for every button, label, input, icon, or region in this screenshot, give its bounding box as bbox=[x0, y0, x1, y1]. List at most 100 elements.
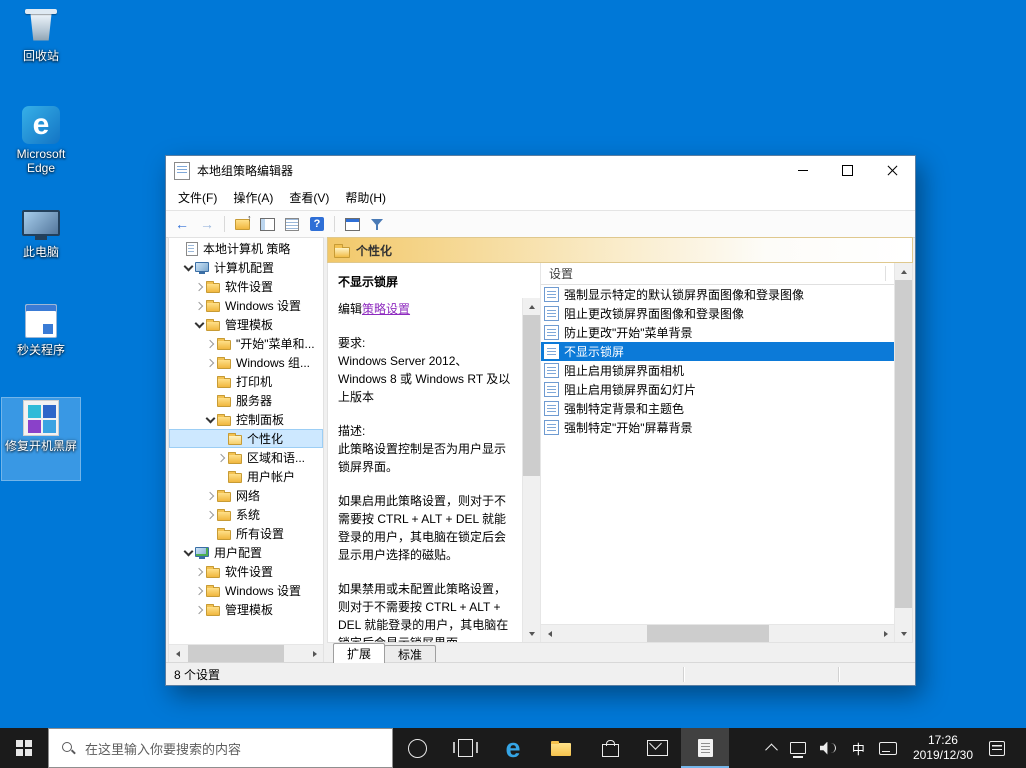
menu-action[interactable]: 操作(A) bbox=[225, 185, 281, 210]
toolbar-up-level-button[interactable] bbox=[231, 214, 253, 235]
tree-item-personalization[interactable]: 个性化 bbox=[169, 429, 323, 448]
desktop-icon-fix-boot-black-screen[interactable]: 修复开机黑屏 bbox=[2, 398, 80, 480]
tree-item-system[interactable]: 系统 bbox=[169, 505, 323, 524]
toolbar-show-window-button[interactable] bbox=[341, 214, 363, 235]
desktop-icon-miaoguan-app[interactable]: 秒关程序 bbox=[2, 300, 80, 382]
chevron-right-icon[interactable] bbox=[193, 277, 205, 296]
ime-mode-button[interactable]: 中 bbox=[845, 728, 872, 768]
chevron-down-icon[interactable] bbox=[193, 315, 205, 334]
chevron-right-icon[interactable] bbox=[193, 296, 205, 315]
tab-extended[interactable]: 扩展 bbox=[333, 643, 385, 663]
tree-item-computer-config[interactable]: 计算机配置 bbox=[169, 258, 323, 277]
taskbar-store-button[interactable] bbox=[585, 728, 633, 768]
tree-item-windows-settings-user[interactable]: Windows 设置 bbox=[169, 581, 323, 600]
touch-keyboard-button[interactable] bbox=[872, 728, 904, 768]
menu-view[interactable]: 查看(V) bbox=[281, 185, 337, 210]
taskbar-task-view-button[interactable] bbox=[441, 728, 489, 768]
tree-item-server[interactable]: 服务器 bbox=[169, 391, 323, 410]
chevron-down-icon[interactable] bbox=[182, 543, 194, 562]
title-bar[interactable]: 本地组策略编辑器 bbox=[166, 156, 915, 185]
tree-item-user-config[interactable]: 用户配置 bbox=[169, 543, 323, 562]
settings-column-header[interactable]: 设置 bbox=[541, 263, 894, 285]
scrollbar-track[interactable] bbox=[558, 625, 877, 642]
desktop-icon-recycle-bin[interactable]: 回收站 bbox=[2, 6, 80, 88]
chevron-down-icon[interactable] bbox=[182, 258, 194, 277]
chevron-right-icon[interactable] bbox=[193, 581, 205, 600]
menu-file[interactable]: 文件(F) bbox=[170, 185, 225, 210]
tree-item-root[interactable]: 本地计算机 策略 bbox=[169, 239, 323, 258]
chevron-right-icon[interactable] bbox=[204, 334, 216, 353]
maximize-button[interactable] bbox=[825, 156, 870, 185]
action-center-button[interactable] bbox=[982, 728, 1012, 768]
toolbar-back-button[interactable] bbox=[171, 214, 193, 235]
setting-item-force-default-lock-image[interactable]: 强制显示特定的默认锁屏界面图像和登录图像 bbox=[541, 285, 894, 304]
taskbar-file-explorer-button[interactable] bbox=[537, 728, 585, 768]
tree-item-start-menu-taskbar[interactable]: "开始"菜单和... bbox=[169, 334, 323, 353]
tree-item-region-language[interactable]: 区域和语... bbox=[169, 448, 323, 467]
tree-item-admin-templates[interactable]: 管理模板 bbox=[169, 315, 323, 334]
taskbar-cortana-button[interactable] bbox=[393, 728, 441, 768]
tree-item-software-settings-user[interactable]: 软件设置 bbox=[169, 562, 323, 581]
chevron-right-icon[interactable] bbox=[215, 448, 227, 467]
scroll-left-button[interactable] bbox=[541, 625, 558, 642]
chevron-right-icon[interactable] bbox=[204, 486, 216, 505]
toolbar-filter-button[interactable] bbox=[366, 214, 388, 235]
scroll-up-button[interactable] bbox=[895, 263, 912, 280]
volume-tray-button[interactable] bbox=[813, 728, 845, 768]
setting-item-force-theme-color[interactable]: 强制特定背景和主题色 bbox=[541, 399, 894, 418]
settings-horizontal-scrollbar[interactable] bbox=[541, 624, 894, 642]
chevron-right-icon[interactable] bbox=[204, 505, 216, 524]
tree-item-user-accounts[interactable]: 用户帐户 bbox=[169, 467, 323, 486]
start-button[interactable] bbox=[0, 728, 48, 768]
taskbar-clock[interactable]: 17:26 2019/12/30 bbox=[904, 728, 982, 768]
tree-item-printers[interactable]: 打印机 bbox=[169, 372, 323, 391]
setting-item-prevent-lock-image-change[interactable]: 阻止更改锁屏界面图像和登录图像 bbox=[541, 304, 894, 323]
tree-item-windows-components[interactable]: Windows 组... bbox=[169, 353, 323, 372]
tree-item-control-panel[interactable]: 控制面板 bbox=[169, 410, 323, 429]
edit-policy-link[interactable]: 策略设置 bbox=[362, 302, 410, 316]
tree-item-software-settings-computer[interactable]: 软件设置 bbox=[169, 277, 323, 296]
toolbar-show-console-tree-button[interactable] bbox=[256, 214, 278, 235]
scroll-up-button[interactable] bbox=[523, 298, 540, 315]
tree-item-windows-settings-computer[interactable]: Windows 设置 bbox=[169, 296, 323, 315]
setting-item-prevent-start-bg-change[interactable]: 防止更改"开始"菜单背景 bbox=[541, 323, 894, 342]
setting-item-do-not-display-lock-screen[interactable]: 不显示锁屏 bbox=[541, 342, 894, 361]
setting-item-force-start-screen-bg[interactable]: 强制特定"开始"屏幕背景 bbox=[541, 418, 894, 437]
tree-item-admin-templates-user[interactable]: 管理模板 bbox=[169, 600, 323, 619]
tree-item-all-settings[interactable]: 所有设置 bbox=[169, 524, 323, 543]
tree-horizontal-scrollbar[interactable] bbox=[169, 644, 323, 662]
toolbar-export-list-button[interactable] bbox=[281, 214, 303, 235]
scrollbar-track[interactable] bbox=[523, 315, 540, 625]
toolbar-help-button[interactable] bbox=[306, 214, 328, 235]
minimize-button[interactable] bbox=[780, 156, 825, 185]
tree-item-network[interactable]: 网络 bbox=[169, 486, 323, 505]
settings-vertical-scrollbar[interactable] bbox=[894, 263, 912, 642]
scrollbar-track[interactable] bbox=[895, 280, 912, 625]
chevron-right-icon[interactable] bbox=[193, 600, 205, 619]
scrollbar-track[interactable] bbox=[186, 645, 306, 662]
tray-overflow-button[interactable] bbox=[760, 728, 783, 768]
scroll-right-button[interactable] bbox=[877, 625, 894, 642]
scrollbar-thumb[interactable] bbox=[895, 280, 912, 608]
scrollbar-thumb[interactable] bbox=[188, 645, 284, 662]
chevron-right-icon[interactable] bbox=[193, 562, 205, 581]
chevron-right-icon[interactable] bbox=[204, 353, 216, 372]
scroll-right-button[interactable] bbox=[306, 645, 323, 662]
scrollbar-thumb[interactable] bbox=[523, 315, 540, 476]
network-tray-button[interactable] bbox=[783, 728, 813, 768]
menu-help[interactable]: 帮助(H) bbox=[337, 185, 394, 210]
scrollbar-thumb[interactable] bbox=[647, 625, 768, 642]
scroll-down-button[interactable] bbox=[523, 625, 540, 642]
taskbar-mail-button[interactable] bbox=[633, 728, 681, 768]
toolbar-forward-button[interactable] bbox=[196, 214, 218, 235]
taskbar-edge-button[interactable] bbox=[489, 728, 537, 768]
taskbar-gpedit-button[interactable] bbox=[681, 728, 729, 768]
tab-standard[interactable]: 标准 bbox=[384, 645, 436, 663]
close-button[interactable] bbox=[870, 156, 915, 185]
taskbar-search-box[interactable]: 在这里输入你要搜索的内容 bbox=[48, 728, 393, 768]
scroll-left-button[interactable] bbox=[169, 645, 186, 662]
chevron-down-icon[interactable] bbox=[204, 410, 216, 429]
desktop-icon-microsoft-edge[interactable]: Microsoft Edge bbox=[2, 104, 80, 186]
setting-item-prevent-lock-camera[interactable]: 阻止启用锁屏界面相机 bbox=[541, 361, 894, 380]
description-vertical-scrollbar[interactable] bbox=[522, 298, 540, 642]
